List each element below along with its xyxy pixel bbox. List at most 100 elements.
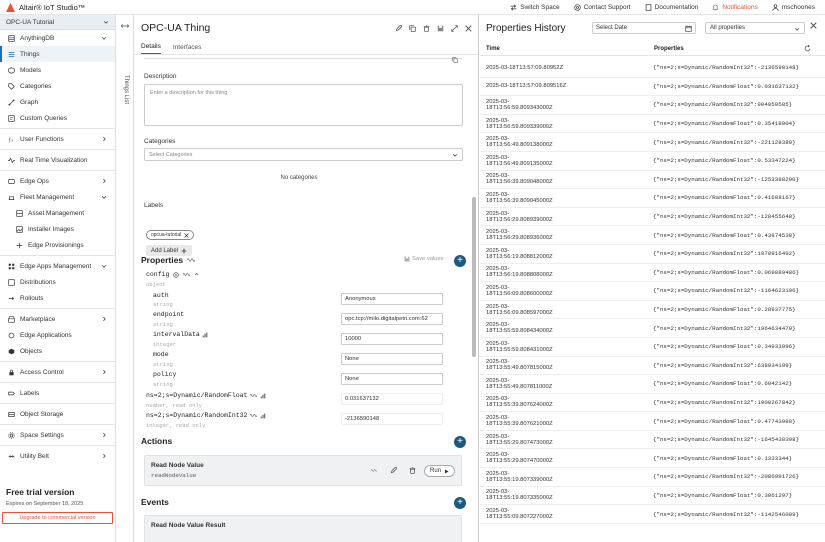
sidebar-item-distributions[interactable]: Distributions xyxy=(0,274,115,290)
table-row[interactable]: 2025-03-18T13:55:59.808431000Z {"ns=2;s=D… xyxy=(480,338,825,357)
table-row[interactable]: 2025-03-18T13:57:09.80952Z {"ns=2;s=Dynam… xyxy=(480,59,825,78)
sidebar-item-installer-images[interactable]: Installer Images xyxy=(0,221,115,237)
interval-value-input[interactable]: 10000 xyxy=(341,333,443,345)
upgrade-button[interactable]: Upgrade to commercial version xyxy=(2,512,113,524)
bar-chart-icon[interactable] xyxy=(260,413,266,419)
sidebar-item-categories[interactable]: Categories xyxy=(0,78,115,94)
tab-details[interactable]: Details xyxy=(141,43,161,54)
table-row[interactable]: 2025-03-18T13:55:59.808434000Z {"ns=2;s=D… xyxy=(480,319,825,338)
delete-icon[interactable] xyxy=(423,24,430,32)
sidebar-item-custom-queries[interactable]: Custom Queries xyxy=(0,110,115,126)
table-row[interactable]: 2025-03-18T13:57:09.809516Z {"ns=2;s=Dyna… xyxy=(480,78,825,97)
table-row[interactable]: 2025-03-18T13:55:09.807227000Z {"ns=2;s=D… xyxy=(480,505,825,524)
table-row[interactable]: 2025-03-18T13:56:49.809135000Z {"ns=2;s=D… xyxy=(480,152,825,171)
expand-icon[interactable] xyxy=(451,24,458,32)
add-event-button[interactable]: + xyxy=(454,497,466,509)
sidebar-item-real-time-visualization[interactable]: Real Time Visualization xyxy=(0,152,115,168)
table-row[interactable]: 2025-03-18T13:56:09.808597000Z {"ns=2;s=D… xyxy=(480,301,825,320)
brand[interactable]: Altair® IoT Studio™ xyxy=(6,2,85,12)
table-row[interactable]: 2025-03-18T13:55:29.807473000Z {"ns=2;s=D… xyxy=(480,431,825,450)
sidebar-item-user-functions[interactable]: fx User Functions xyxy=(0,131,115,147)
close-icon[interactable] xyxy=(184,232,190,238)
policy-value-input[interactable]: None xyxy=(341,373,443,385)
history-scrollbar[interactable] xyxy=(819,59,823,539)
save-values-button[interactable]: Save values xyxy=(404,256,444,262)
space-selector[interactable]: OPC-UA Tutorial xyxy=(0,15,115,30)
sidebar-item-graph[interactable]: Graph xyxy=(0,94,115,110)
mode-value-input[interactable]: None xyxy=(341,353,443,365)
bar-chart-icon[interactable] xyxy=(202,332,208,338)
sidebar-item-models[interactable]: Models xyxy=(0,62,115,78)
sidebar-item-utility-belt[interactable]: Utility Belt xyxy=(0,448,115,464)
notifications-button[interactable]: Notifications xyxy=(712,4,758,11)
sidebar-item-anythingdb[interactable]: AnythingDB xyxy=(0,30,115,46)
table-row[interactable]: 2025-03-18T13:56:39.809045000Z {"ns=2;s=D… xyxy=(480,189,825,208)
bar-chart-icon[interactable] xyxy=(260,393,266,399)
thing-scroll-thumb[interactable] xyxy=(472,197,476,357)
close-icon[interactable] xyxy=(810,22,817,29)
sidebar-item-object-storage[interactable]: Object Storage xyxy=(0,406,115,422)
history-wave-icon[interactable] xyxy=(250,393,258,398)
history-wave-icon[interactable] xyxy=(371,468,377,473)
switch-space-button[interactable]: Switch Space xyxy=(510,4,560,11)
sidebar-item-access-control[interactable]: Access Control xyxy=(0,364,115,380)
history-wave-icon[interactable] xyxy=(187,257,196,263)
chevron-up-icon[interactable] xyxy=(194,272,199,277)
sidebar-item-edge-applications[interactable]: Edge Applications xyxy=(0,327,115,343)
table-row[interactable]: 2025-03-18T13:55:39.807621000Z {"ns=2;s=D… xyxy=(480,412,825,431)
sidebar-item-labels[interactable]: Labels xyxy=(0,385,115,401)
edit-icon[interactable] xyxy=(390,467,397,474)
description-field[interactable]: Enter a description for this thing xyxy=(144,84,463,126)
contact-support-button[interactable]: Contact Support xyxy=(573,4,631,11)
table-row[interactable]: 2025-03-18T13:56:19.808808000Z {"ns=2;s=D… xyxy=(480,264,825,283)
table-row[interactable]: 2025-03-18T13:56:59.809343000Z {"ns=2;s=D… xyxy=(480,96,825,115)
user-menu[interactable]: mschoones xyxy=(772,4,815,11)
sidebar-item-objects[interactable]: Objects xyxy=(0,343,115,359)
sidebar-item-edge-provisionings[interactable]: Edge Provisionings xyxy=(0,237,115,253)
refresh-icon[interactable] xyxy=(804,45,811,52)
categories-select[interactable]: Select Categories xyxy=(144,148,463,161)
copy-icon[interactable] xyxy=(452,57,458,63)
table-row[interactable]: 2025-03-18T13:56:39.809048000Z {"ns=2;s=D… xyxy=(480,171,825,190)
table-row[interactable]: 2025-03-18T13:56:29.808939000Z {"ns=2;s=D… xyxy=(480,208,825,227)
sidebar-item-space-settings[interactable]: Space Settings xyxy=(0,427,115,443)
history-wave-icon[interactable] xyxy=(250,413,258,418)
auth-value-input[interactable]: Anonymous xyxy=(341,293,443,305)
add-circle-icon[interactable] xyxy=(173,271,180,278)
sidebar-item-rollouts[interactable]: Rollouts xyxy=(0,290,115,306)
table-row[interactable]: 2025-03-18T13:55:49.807815000Z {"ns=2;s=D… xyxy=(480,357,825,376)
history-wave-icon[interactable] xyxy=(183,272,191,277)
add-action-button[interactable]: + xyxy=(454,436,466,448)
table-row[interactable]: 2025-03-18T13:56:29.808936000Z {"ns=2;s=D… xyxy=(480,226,825,245)
table-row[interactable]: 2025-03-18T13:56:09.808600000Z {"ns=2;s=D… xyxy=(480,282,825,301)
tab-interfaces[interactable]: Interfaces xyxy=(173,44,202,54)
run-button[interactable]: Run xyxy=(424,465,456,477)
table-row[interactable]: 2025-03-18T13:55:39.807624000Z {"ns=2;s=D… xyxy=(480,394,825,413)
endpoint-value-input[interactable]: opc.tcp://milo.digitalpetri.com:62 xyxy=(341,313,443,325)
expand-arrows-icon[interactable] xyxy=(121,23,129,29)
table-row[interactable]: 2025-03-18T13:56:59.809339000Z {"ns=2;s=D… xyxy=(480,115,825,134)
things-list-strip[interactable]: Things List xyxy=(116,15,134,542)
sidebar-item-marketplace[interactable]: Marketplace xyxy=(0,311,115,327)
sidebar-item-edge-ops[interactable]: Edge Ops xyxy=(0,173,115,189)
table-row[interactable]: 2025-03-18T13:56:19.808812000Z {"ns=2;s=D… xyxy=(480,245,825,264)
property-filter-select[interactable]: All properties xyxy=(705,22,805,34)
sidebar-item-things[interactable]: Things xyxy=(0,46,115,62)
table-row[interactable]: 2025-03-18T13:55:19.807339000Z {"ns=2;s=D… xyxy=(480,468,825,487)
sidebar-item-asset-management[interactable]: Asset Management xyxy=(0,205,115,221)
table-row[interactable]: 2025-03-18T13:56:49.809138000Z {"ns=2;s=D… xyxy=(480,133,825,152)
close-icon[interactable] xyxy=(465,24,472,32)
documentation-button[interactable]: Documentation xyxy=(645,4,698,11)
delete-icon[interactable] xyxy=(409,467,416,474)
copy-icon[interactable] xyxy=(409,24,416,32)
table-row[interactable]: 2025-03-18T13:55:49.807811000Z {"ns=2;s=D… xyxy=(480,375,825,394)
sidebar-item-edge-apps-management[interactable]: Edge Apps Management xyxy=(0,258,115,274)
add-property-button[interactable]: + xyxy=(454,255,466,267)
date-picker[interactable]: Select Date xyxy=(592,22,696,34)
save-icon[interactable] xyxy=(437,25,444,32)
table-row[interactable]: 2025-03-18T13:55:29.807470000Z {"ns=2;s=D… xyxy=(480,449,825,469)
sidebar-item-fleet-management[interactable]: Fleet Management xyxy=(0,189,115,205)
edit-icon[interactable] xyxy=(395,24,402,32)
label-chip[interactable]: opcua-tutorial xyxy=(146,230,195,240)
table-row[interactable]: 2025-03-18T13:55:19.807335000Z {"ns=2;s=D… xyxy=(480,487,825,506)
